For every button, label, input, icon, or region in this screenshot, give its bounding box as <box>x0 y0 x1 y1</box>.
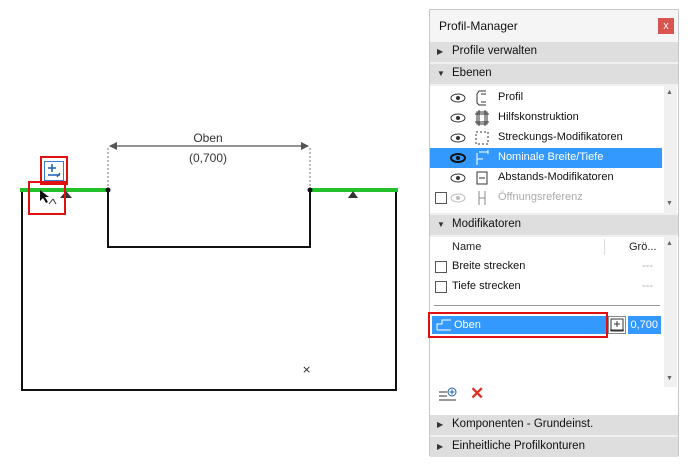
vertex-right <box>307 187 313 193</box>
delete-modifier-icon[interactable]: ✕ <box>470 384 484 404</box>
layer-label: Hilfskonstruktion <box>498 111 579 123</box>
profile-drawing: × <box>20 142 398 391</box>
layer-row-oeffnungsreferenz[interactable]: Öffnungsreferenz <box>430 188 662 208</box>
modifier-row-tiefe-strecken[interactable]: Tiefe strecken --- <box>430 276 662 296</box>
profile-manager-panel: Profil-Manager x ▶ Profile verwalten ▼ E… <box>428 9 679 457</box>
opening-icon <box>478 191 486 205</box>
scroll-up-icon[interactable]: ▲ <box>666 240 673 247</box>
dimension-toggle-button[interactable] <box>608 316 626 334</box>
scroll-up-icon[interactable]: ▲ <box>666 89 673 96</box>
modifiers-scrollbar[interactable]: ▲ ▼ <box>664 237 677 387</box>
modifier-value-input[interactable]: 0,700 <box>628 316 661 334</box>
eye-icon[interactable] <box>450 171 466 185</box>
modifier-label: Tiefe strecken <box>452 280 521 292</box>
collapse-triangle-icon: ▼ <box>437 220 445 229</box>
layer-row-streckungs-modifikatoren[interactable]: Streckungs-Modifikatoren <box>430 128 662 148</box>
modifier-checkbox[interactable] <box>435 261 447 273</box>
section-profilkonturen[interactable]: ▶ Einheitliche Profilkonturen <box>430 437 678 457</box>
highlight-edge-cursor <box>28 181 66 215</box>
add-modifier-button[interactable] <box>438 386 458 404</box>
dimension-name: Oben <box>193 131 223 145</box>
profile-outline <box>21 189 397 391</box>
column-header-name[interactable]: Name <box>452 241 481 253</box>
vertex-left <box>105 187 111 193</box>
layer-row-profil[interactable]: Profil <box>430 88 662 108</box>
eye-icon[interactable] <box>450 151 466 165</box>
section-label: Profile verwalten <box>452 45 538 57</box>
add-lines-icon <box>439 387 457 401</box>
grid-icon <box>475 110 489 126</box>
dimension-plus-icon <box>610 318 624 332</box>
layers-scrollbar[interactable]: ▲ ▼ <box>664 86 677 213</box>
profile-icon <box>476 90 486 106</box>
marker-triangle-right <box>348 191 358 198</box>
drawing-canvas[interactable]: × Oben (0,700) <box>0 0 420 466</box>
modifier-value: --- <box>642 260 653 272</box>
layers-list: Profil Hilfskonstruktion Streckungs-Modi… <box>430 86 678 213</box>
section-profile-verwalten[interactable]: ▶ Profile verwalten <box>430 42 678 62</box>
modifier-value: --- <box>642 280 653 292</box>
expand-triangle-icon: ▶ <box>437 420 444 429</box>
collapse-triangle-icon: ▼ <box>437 69 445 78</box>
stretch-icon <box>475 131 489 145</box>
layer-label: Streckungs-Modifikatoren <box>498 131 623 143</box>
expand-triangle-icon: ▶ <box>437 47 444 56</box>
close-button[interactable]: x <box>658 18 674 34</box>
offset-icon <box>476 171 488 185</box>
layer-row-nominale-breite-tiefe[interactable]: Nominale Breite/Tiefe <box>430 148 662 168</box>
section-modifikatoren[interactable]: ▼ Modifikatoren <box>430 215 678 235</box>
list-separator <box>434 305 660 306</box>
column-divider <box>604 239 605 255</box>
layer-row-hilfskonstruktion[interactable]: Hilfskonstruktion <box>430 108 662 128</box>
section-label: Einheitliche Profilkonturen <box>452 440 585 452</box>
dimension-value: (0,700) <box>188 151 228 165</box>
eye-icon <box>450 193 466 203</box>
section-ebenen[interactable]: ▼ Ebenen <box>430 64 678 84</box>
panel-titlebar[interactable]: Profil-Manager x <box>430 10 678 42</box>
dim-arrow-left <box>109 142 117 150</box>
visibility-checkbox[interactable] <box>435 192 447 204</box>
section-label: Komponenten - Grundeinst. <box>452 418 594 430</box>
section-label: Modifikatoren <box>452 218 522 230</box>
layer-label: Abstands-Modifikatoren <box>498 171 614 183</box>
eye-icon[interactable] <box>450 111 466 125</box>
eye-icon[interactable] <box>450 131 466 145</box>
section-label: Ebenen <box>452 67 492 79</box>
eye-icon[interactable] <box>450 91 466 105</box>
modifier-label: Breite strecken <box>452 260 526 272</box>
layer-label: Nominale Breite/Tiefe <box>498 151 604 163</box>
column-header-size[interactable]: Grö... <box>629 241 657 253</box>
section-komponenten[interactable]: ▶ Komponenten - Grundeinst. <box>430 415 678 435</box>
layer-label: Profil <box>498 91 524 103</box>
scroll-down-icon[interactable]: ▼ <box>666 375 673 382</box>
panel-title: Profil-Manager <box>439 19 518 33</box>
expand-triangle-icon: ▶ <box>437 442 444 451</box>
highlight-selected-modifier <box>428 312 608 338</box>
modifier-row-breite-strecken[interactable]: Breite strecken --- <box>430 256 662 276</box>
layer-row-abstands-modifikatoren[interactable]: Abstands-Modifikatoren <box>430 168 662 188</box>
modifier-checkbox[interactable] <box>435 281 447 293</box>
dim-arrow-right <box>301 142 309 150</box>
layer-label: Öffnungsreferenz <box>498 191 583 203</box>
nominal-dim-icon <box>476 150 489 165</box>
origin-marker: × <box>302 363 311 376</box>
scroll-down-icon[interactable]: ▼ <box>666 200 673 207</box>
